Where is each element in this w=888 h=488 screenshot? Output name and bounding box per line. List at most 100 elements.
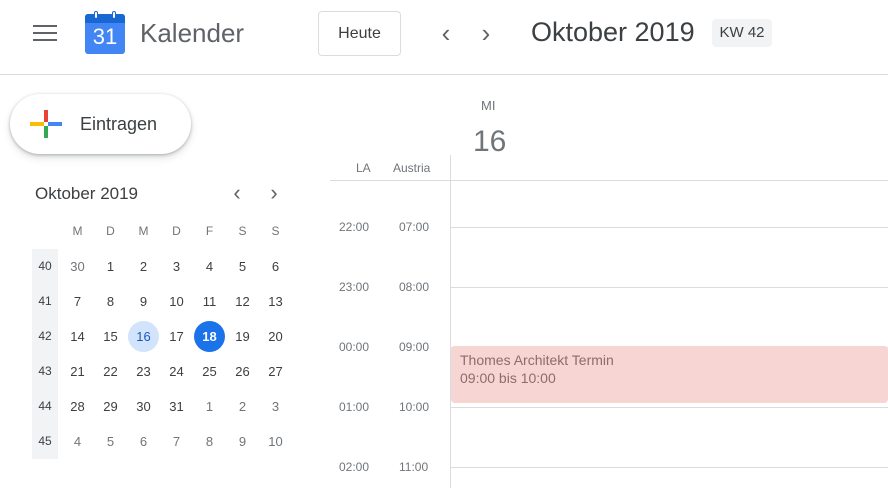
- time-label-austria: 11:00: [399, 460, 429, 474]
- mini-calendar-day[interactable]: 6: [260, 251, 291, 282]
- week-number[interactable]: 41: [32, 284, 58, 319]
- event-block[interactable]: Thomes Architekt Termin 09:00 bis 10:00: [451, 346, 888, 403]
- hour-gridline: [450, 407, 888, 408]
- create-event-button[interactable]: Eintragen: [10, 94, 191, 154]
- mini-calendar-grid: M D M D F S S 40 30 1 2 3 4 5 6 41 7 8 9…: [32, 214, 292, 459]
- mini-calendar-day[interactable]: 11: [194, 286, 225, 317]
- mini-calendar-day[interactable]: 7: [62, 286, 93, 317]
- mini-calendar-day[interactable]: 10: [260, 426, 291, 457]
- mini-calendar-day[interactable]: 8: [95, 286, 126, 317]
- mini-calendar-day[interactable]: 9: [128, 286, 159, 317]
- timezone-label-la: LA: [356, 161, 371, 175]
- mini-calendar-day[interactable]: 3: [260, 391, 291, 422]
- mini-calendar-day[interactable]: 26: [227, 356, 258, 387]
- weekday-label: S: [271, 224, 280, 238]
- day-column-weekday: MI: [481, 98, 496, 113]
- weekday-label: S: [238, 224, 247, 238]
- main-menu-icon[interactable]: [33, 25, 57, 43]
- mini-calendar-day[interactable]: 30: [62, 251, 93, 282]
- mini-calendar-day[interactable]: 5: [95, 426, 126, 457]
- mini-calendar-day[interactable]: 4: [194, 251, 225, 282]
- mini-calendar-day[interactable]: 7: [161, 426, 192, 457]
- mini-calendar-day[interactable]: 4: [62, 426, 93, 457]
- mini-calendar-day[interactable]: 24: [161, 356, 192, 387]
- mini-calendar-day[interactable]: 29: [95, 391, 126, 422]
- mini-calendar-day[interactable]: 5: [227, 251, 258, 282]
- mini-calendar-day[interactable]: 2: [227, 391, 258, 422]
- mini-calendar-day[interactable]: 25: [194, 356, 225, 387]
- mini-calendar-day-selected[interactable]: 16: [128, 321, 159, 352]
- weekday-label: M: [72, 224, 83, 238]
- mini-calendar-week-row: 40 30 1 2 3 4 5 6: [32, 249, 292, 284]
- time-label-austria: 10:00: [399, 400, 430, 414]
- mini-calendar-day[interactable]: 30: [128, 391, 159, 422]
- mini-calendar-day-today[interactable]: 18: [194, 321, 225, 352]
- next-period-icon[interactable]: ›: [474, 20, 498, 46]
- time-label-la: 02:00: [339, 460, 370, 474]
- mini-calendar-day[interactable]: 3: [161, 251, 192, 282]
- mini-calendar-day[interactable]: 15: [95, 321, 126, 352]
- today-button[interactable]: Heute: [318, 11, 401, 56]
- time-label-la: 00:00: [339, 340, 370, 354]
- all-day-divider: [330, 180, 888, 181]
- mini-calendar-day[interactable]: 10: [161, 286, 192, 317]
- time-label-la: 23:00: [339, 280, 370, 294]
- time-label-austria: 07:00: [399, 220, 430, 234]
- week-number[interactable]: 43: [32, 354, 58, 389]
- time-label-la: 22:00: [339, 220, 370, 234]
- previous-period-icon[interactable]: ‹: [434, 20, 458, 46]
- mini-calendar-day[interactable]: 21: [62, 356, 93, 387]
- mini-calendar-day[interactable]: 14: [62, 321, 93, 352]
- weekday-label: F: [205, 224, 214, 238]
- app-title: Kalender: [140, 18, 245, 48]
- week-number[interactable]: 42: [32, 319, 58, 354]
- weekday-label: D: [172, 224, 181, 238]
- mini-calendar-day[interactable]: 1: [194, 391, 225, 422]
- mini-calendar-previous-icon[interactable]: ‹: [225, 181, 249, 205]
- mini-calendar-day[interactable]: 28: [62, 391, 93, 422]
- day-column-date[interactable]: 16: [473, 125, 506, 159]
- week-number[interactable]: 40: [32, 249, 58, 284]
- logo-day-number: 31: [92, 24, 118, 49]
- time-label-austria: 09:00: [399, 340, 430, 354]
- mini-calendar-day[interactable]: 12: [227, 286, 258, 317]
- mini-calendar-week-row: 43 21 22 23 24 25 26 27: [32, 354, 292, 389]
- event-title: Thomes Architekt Termin: [460, 352, 614, 368]
- mini-calendar-day[interactable]: 6: [128, 426, 159, 457]
- mini-calendar-day[interactable]: 8: [194, 426, 225, 457]
- time-label-austria: 08:00: [399, 280, 430, 294]
- mini-calendar-week-row: 44 28 29 30 31 1 2 3: [32, 389, 292, 424]
- mini-calendar-day[interactable]: 9: [227, 426, 258, 457]
- time-label-la: 01:00: [339, 400, 370, 414]
- mini-calendar-week-row: 45 4 5 6 7 8 9 10: [32, 424, 292, 459]
- mini-calendar-day[interactable]: 19: [227, 321, 258, 352]
- calendar-logo-icon[interactable]: 31: [85, 11, 125, 54]
- mini-calendar-weekday-header: M D M D F S S: [32, 214, 292, 249]
- weekday-label: M: [138, 224, 149, 238]
- mini-calendar-day[interactable]: 20: [260, 321, 291, 352]
- top-bar: 31 Kalender Heute ‹ › Oktober 2019 KW 42: [0, 0, 888, 75]
- mini-calendar-day[interactable]: 13: [260, 286, 291, 317]
- mini-calendar-day[interactable]: 27: [260, 356, 291, 387]
- hour-gridline: [450, 287, 888, 288]
- mini-calendar-week-row: 42 14 15 16 17 18 19 20: [32, 319, 292, 354]
- period-title: Oktober 2019: [531, 17, 695, 47]
- mini-calendar-title: Oktober 2019: [35, 184, 139, 203]
- hour-gridline: [450, 227, 888, 228]
- week-number[interactable]: 45: [32, 424, 58, 459]
- mini-calendar-next-icon[interactable]: ›: [262, 181, 286, 205]
- create-event-label: Eintragen: [80, 114, 158, 134]
- week-number-badge: KW 42: [712, 19, 772, 47]
- timezone-label-austria: Austria: [393, 161, 431, 175]
- week-number[interactable]: 44: [32, 389, 58, 424]
- mini-calendar-day[interactable]: 1: [95, 251, 126, 282]
- event-time: 09:00 bis 10:00: [460, 370, 556, 386]
- plus-icon: [30, 110, 62, 138]
- mini-calendar-day[interactable]: 23: [128, 356, 159, 387]
- mini-calendar-day[interactable]: 17: [161, 321, 192, 352]
- mini-calendar-day[interactable]: 2: [128, 251, 159, 282]
- mini-calendar-day[interactable]: 22: [95, 356, 126, 387]
- mini-calendar-week-row: 41 7 8 9 10 11 12 13: [32, 284, 292, 319]
- hour-gridline: [450, 467, 888, 468]
- mini-calendar-day[interactable]: 31: [161, 391, 192, 422]
